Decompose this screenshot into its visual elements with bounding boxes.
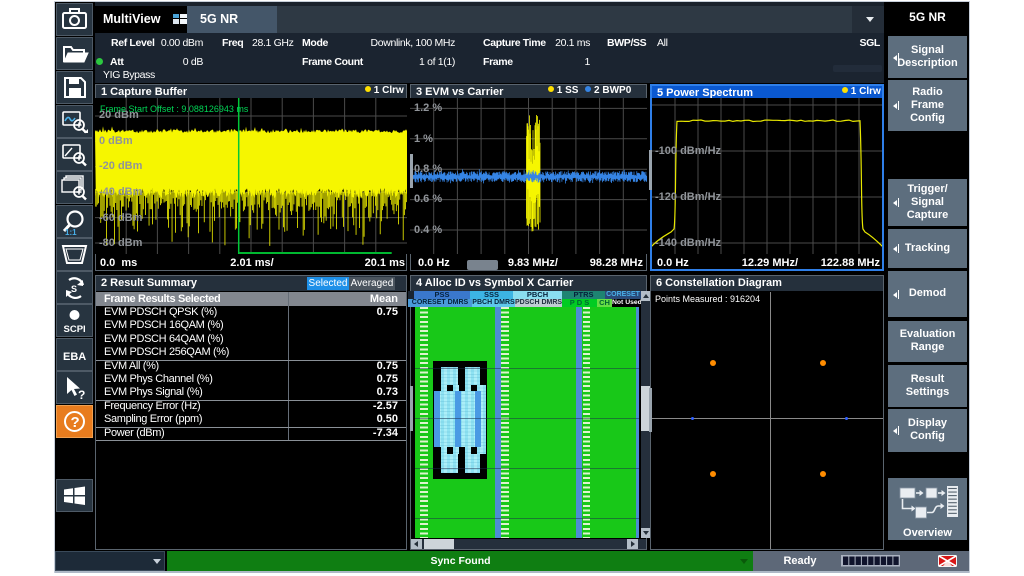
svg-text:S: S [71,284,77,294]
svg-text:SCPI: SCPI [64,324,86,335]
svg-text:EBA: EBA [63,351,86,363]
svg-text:?: ? [78,388,85,402]
svg-text:?: ? [71,414,80,431]
svg-text:1:1: 1:1 [65,228,77,237]
